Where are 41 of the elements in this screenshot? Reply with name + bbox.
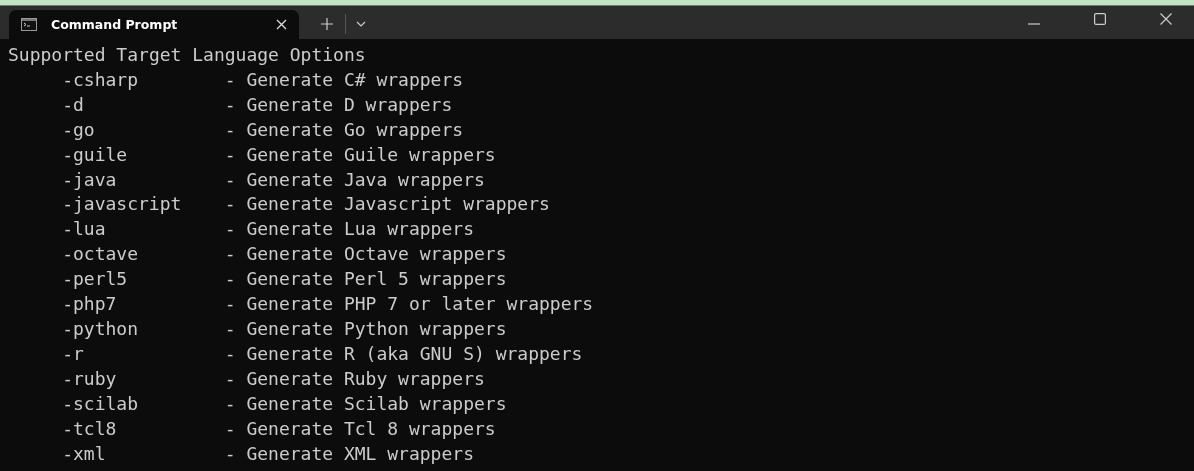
option-description: - Generate Guile wrappers [224, 142, 496, 167]
terminal-icon [21, 18, 37, 31]
option-name: -guile [62, 143, 128, 165]
option-description: - Generate R (aka GNU S) wrappers [224, 341, 583, 366]
option-description: - Generate Perl 5 wrappers [224, 267, 507, 292]
option-name: -csharp [62, 68, 139, 90]
dropdown-icon[interactable] [356, 21, 366, 27]
option-description: - Generate Tcl 8 wrappers [224, 416, 496, 441]
option-description: - Generate Scilab wrappers [224, 391, 507, 416]
option-description: - Generate PHP 7 or later wrappers [224, 292, 594, 317]
option-description: - Generate C# wrappers [224, 67, 464, 92]
option-description: - Generate Java wrappers [224, 167, 485, 192]
option-name: -perl5 [62, 268, 128, 290]
tab-title: Command Prompt [51, 17, 179, 32]
terminal-tab[interactable]: Command Prompt [9, 10, 299, 39]
option-name: -octave [62, 243, 139, 265]
option-name: -scilab [62, 392, 139, 414]
option-name: -lua [62, 218, 106, 240]
terminal-heading: Supported Target Language Options [8, 43, 367, 67]
new-tab-icon[interactable] [321, 18, 333, 30]
option-name: -d [62, 93, 84, 115]
option-description: - Generate Go wrappers [224, 117, 464, 142]
close-icon[interactable] [1160, 13, 1172, 25]
option-name: -go [62, 118, 95, 140]
maximize-icon[interactable] [1094, 13, 1106, 25]
option-description: - Generate Lua wrappers [224, 217, 474, 242]
option-description: - Generate Python wrappers [224, 316, 507, 341]
option-description: - Generate Javascript wrappers [224, 192, 550, 217]
option-name: -xml [62, 442, 106, 464]
option-name: -javascript [62, 193, 182, 215]
close-tab-icon[interactable] [276, 19, 287, 30]
option-description: - Generate D wrappers [224, 92, 453, 117]
option-name: -r [62, 342, 84, 364]
option-description: - Generate Ruby wrappers [224, 366, 485, 391]
option-description: - Generate XML wrappers [224, 441, 474, 466]
option-name: -php7 [62, 293, 117, 315]
option-name: -java [62, 168, 117, 190]
option-description: - Generate Octave wrappers [224, 242, 507, 267]
option-name: -tcl8 [62, 417, 117, 439]
option-name: -ruby [62, 367, 117, 389]
option-name: -python [62, 317, 139, 339]
